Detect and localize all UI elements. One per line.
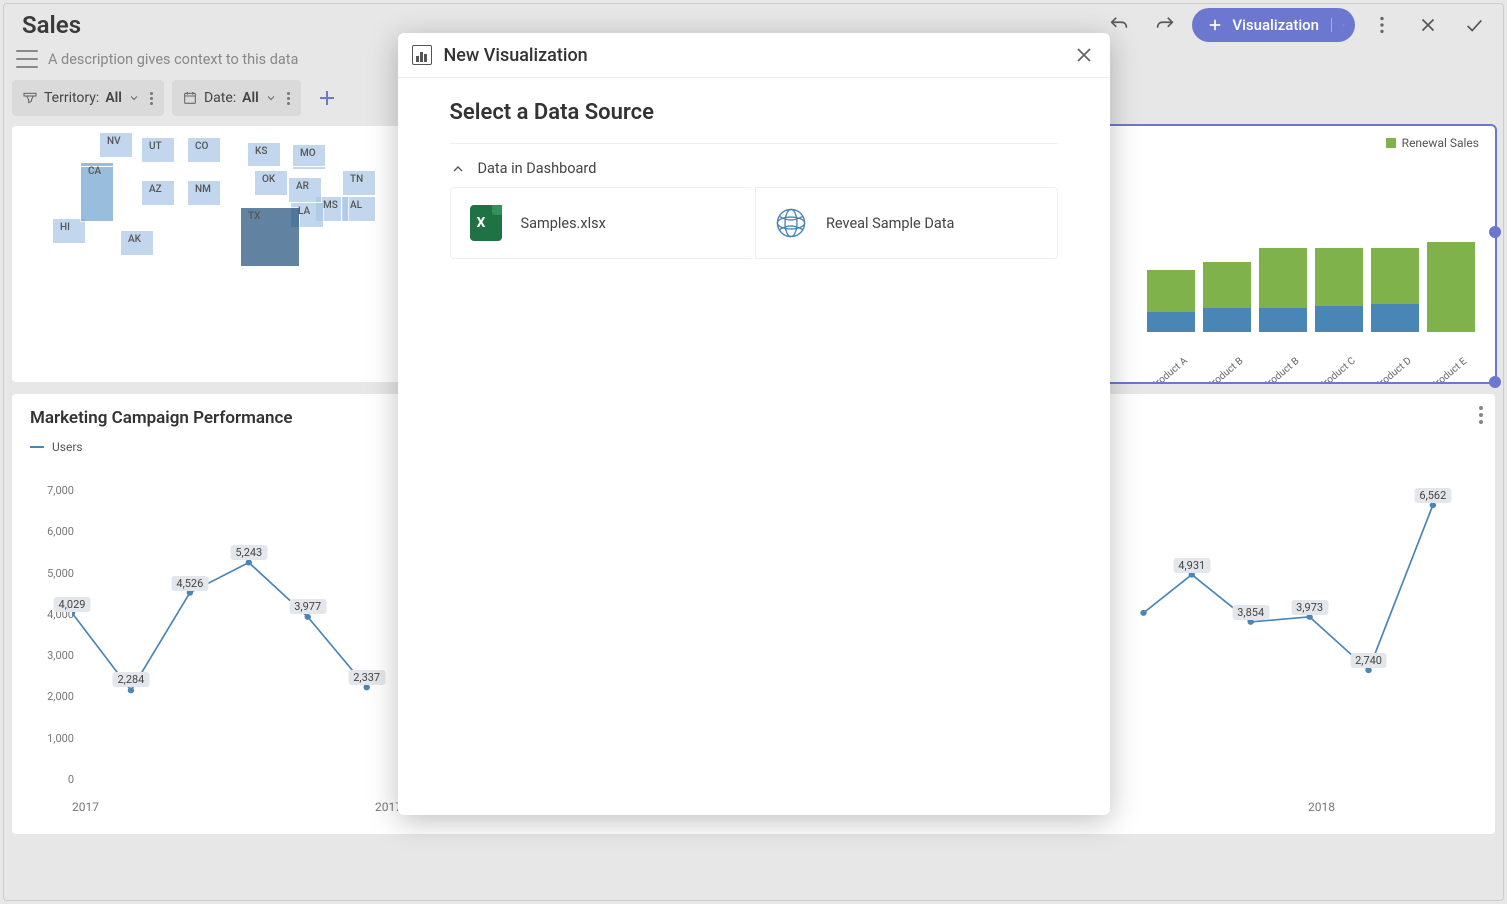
- modal-title: New Visualization: [444, 45, 1060, 66]
- data-group-header[interactable]: Data in Dashboard: [450, 156, 1058, 187]
- modal-header: New Visualization: [398, 33, 1110, 78]
- data-source-label: Samples.xlsx: [521, 215, 606, 232]
- new-visualization-modal: New Visualization Select a Data Source D…: [398, 33, 1110, 815]
- chevron-up-icon: [450, 161, 466, 177]
- modal-section-title: Select a Data Source: [450, 100, 1058, 125]
- data-source-reveal-sample[interactable]: Reveal Sample Data: [755, 187, 1058, 259]
- modal-backdrop: New Visualization Select a Data Source D…: [0, 0, 1507, 904]
- bar-chart-icon: [412, 45, 432, 65]
- data-source-samples-xlsx[interactable]: X Samples.xlsx: [450, 187, 752, 259]
- modal-close-button[interactable]: [1072, 43, 1096, 67]
- excel-file-icon: X: [469, 204, 503, 242]
- globe-icon: [774, 204, 808, 242]
- divider: [450, 143, 1058, 144]
- data-source-label: Reveal Sample Data: [826, 215, 954, 232]
- modal-body: Select a Data Source Data in Dashboard X…: [398, 78, 1110, 281]
- data-source-grid: X Samples.xlsx Reveal Sample Data: [450, 187, 1058, 259]
- data-group-label: Data in Dashboard: [478, 160, 597, 177]
